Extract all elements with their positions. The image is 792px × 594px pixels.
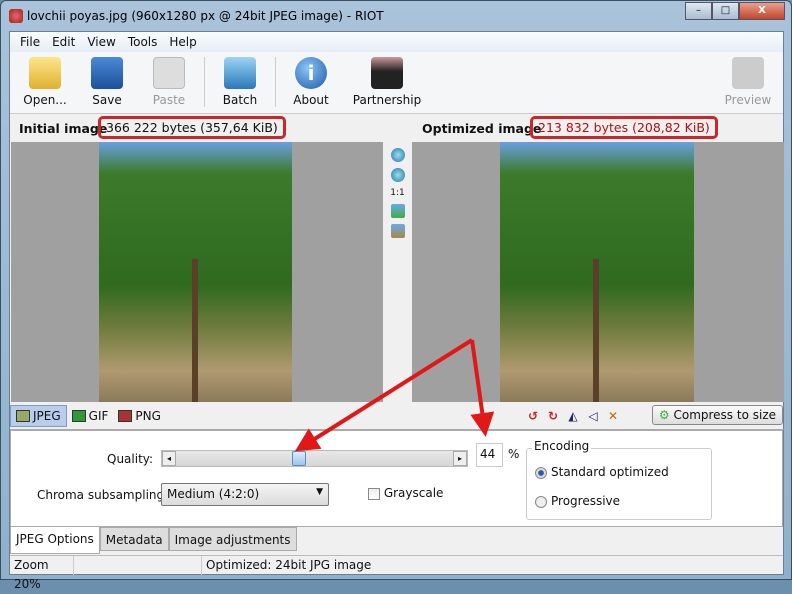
annotation-arrows xyxy=(294,338,495,452)
arrow-to-slider xyxy=(294,338,474,452)
arrow-to-quality xyxy=(470,339,495,437)
